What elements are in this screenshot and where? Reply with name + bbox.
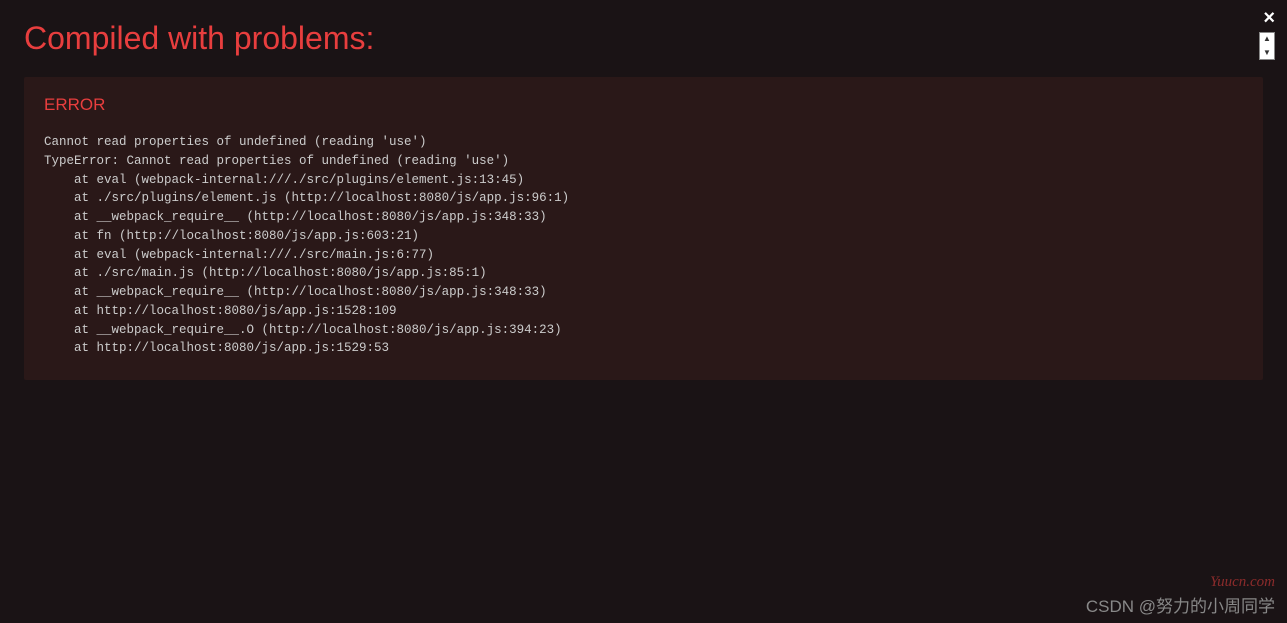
watermark-attribution: CSDN @努力的小周同学 — [1086, 592, 1275, 617]
scroll-up-icon[interactable]: ▲ — [1263, 35, 1271, 43]
error-stack-trace: Cannot read properties of undefined (rea… — [44, 133, 1243, 358]
close-icon[interactable]: × — [1263, 8, 1275, 28]
scroll-down-icon[interactable]: ▼ — [1263, 49, 1271, 57]
error-block: ERROR Cannot read properties of undefine… — [24, 77, 1263, 380]
error-heading: ERROR — [44, 95, 1243, 115]
page-title: Compiled with problems: — [24, 20, 374, 57]
watermark-brand: Yuucn.com — [1210, 574, 1275, 591]
scroll-control[interactable]: ▲ ▼ — [1259, 32, 1275, 60]
overlay-header: Compiled with problems: — [0, 0, 1287, 77]
